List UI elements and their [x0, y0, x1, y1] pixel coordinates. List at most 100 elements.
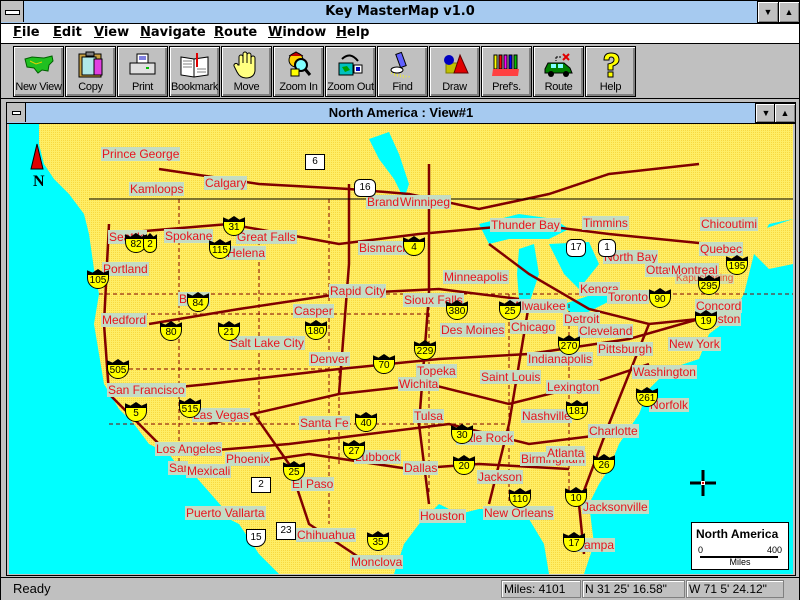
- city-label[interactable]: Charlotte: [588, 424, 639, 438]
- city-label[interactable]: Jacksonville: [582, 500, 649, 514]
- move-button[interactable]: Move: [221, 46, 272, 97]
- scale-legend: North America 0 400 Miles: [691, 522, 789, 570]
- city-label[interactable]: Puerto Vallarta: [185, 506, 266, 520]
- print-button[interactable]: Print: [117, 46, 168, 97]
- city-label[interactable]: Salt Lake City: [229, 336, 306, 350]
- usa-map-icon: [24, 55, 54, 74]
- menu-help-label: elp: [346, 25, 370, 40]
- menu-edit[interactable]: Edit: [53, 25, 82, 40]
- app-title: Key MasterMap v1.0: [325, 4, 475, 19]
- city-label[interactable]: Helena: [226, 246, 267, 260]
- city-label[interactable]: Toronto: [607, 290, 650, 304]
- city-label[interactable]: Spokane: [164, 229, 214, 243]
- child-maximize-button[interactable]: ▲: [774, 103, 796, 123]
- city-label[interactable]: Chicoutimi: [700, 217, 759, 231]
- highway-shield: 17: [563, 532, 585, 552]
- city-label[interactable]: Calgary: [204, 176, 248, 190]
- highway-shield: 5: [125, 402, 147, 422]
- city-label[interactable]: Medford: [101, 313, 148, 327]
- new-view-button[interactable]: New View: [13, 46, 64, 97]
- provincial-route-marker: 1: [598, 239, 616, 257]
- zoom-out-button[interactable]: Zoom Out: [325, 46, 376, 97]
- city-label[interactable]: Washington: [632, 365, 697, 379]
- city-label[interactable]: Portland: [102, 262, 149, 276]
- city-label[interactable]: Monclova: [350, 555, 404, 569]
- city-label[interactable]: Saint Louis: [480, 370, 542, 384]
- city-label[interactable]: Minneapolis: [443, 270, 510, 284]
- draw-button[interactable]: Draw: [429, 46, 480, 97]
- route-label: Route: [544, 81, 573, 93]
- child-title-bar[interactable]: North America : View#1 ▼ ▲: [7, 103, 796, 124]
- city-label[interactable]: San Francisco: [107, 383, 186, 397]
- city-label[interactable]: Topeka: [416, 364, 457, 378]
- city-label[interactable]: Brand: [366, 195, 401, 209]
- highway-shield: 21: [218, 321, 240, 341]
- city-label[interactable]: Prince George: [101, 147, 181, 161]
- menu-window[interactable]: Window: [268, 25, 326, 40]
- city-label[interactable]: Santa Fe: [299, 416, 350, 430]
- city-label[interactable]: Pittsburgh: [597, 342, 654, 356]
- menu-navigate[interactable]: Navigate: [140, 25, 206, 40]
- city-label[interactable]: Lexington: [546, 380, 601, 394]
- toolbar: New View Copy Print Bookmark Move Zoom I…: [1, 44, 799, 99]
- city-label[interactable]: Jackson: [477, 470, 524, 484]
- move-label: Move: [233, 81, 260, 93]
- city-label[interactable]: Tulsa: [413, 409, 444, 423]
- city-label[interactable]: Quebec: [699, 242, 744, 256]
- minimize-button[interactable]: ▼: [757, 1, 779, 23]
- city-label[interactable]: Mexicali: [186, 464, 232, 478]
- city-label[interactable]: Nashville: [521, 409, 572, 423]
- copy-button[interactable]: Copy: [65, 46, 116, 97]
- prefs-button[interactable]: Pref's.: [481, 46, 532, 97]
- city-label[interactable]: Des Moines: [440, 323, 506, 337]
- city-label[interactable]: Houston: [419, 509, 466, 523]
- menu-route-label: oute: [224, 25, 258, 40]
- zoom-in-button[interactable]: Zoom In: [273, 46, 324, 97]
- city-label[interactable]: Kamloops: [129, 182, 185, 196]
- title-bar[interactable]: Key MasterMap v1.0 ▼ ▲: [1, 1, 800, 24]
- city-label[interactable]: Great Falls: [236, 230, 297, 244]
- menu-file-key: F: [13, 25, 22, 40]
- map-canvas[interactable]: N Prince George Kamloops Calgary Brand W…: [9, 124, 793, 574]
- menu-file[interactable]: File: [13, 25, 40, 40]
- menu-route[interactable]: Route: [214, 25, 257, 40]
- city-label[interactable]: Bismarck: [358, 241, 410, 255]
- menu-navigate-label: avigate: [150, 25, 206, 40]
- city-label[interactable]: Wichita: [398, 377, 440, 391]
- city-label[interactable]: San Diego: [168, 461, 188, 475]
- highway-shield: 2: [143, 233, 157, 253]
- highway-shield: 110: [509, 488, 531, 508]
- city-label[interactable]: New Orleans: [483, 506, 555, 520]
- city-label[interactable]: Timmins: [582, 216, 629, 230]
- city-label[interactable]: New York: [668, 337, 721, 351]
- menu-help[interactable]: Help: [336, 25, 369, 40]
- help-button[interactable]: Help: [585, 46, 636, 97]
- shapes-icon: [444, 53, 469, 74]
- menu-bar: File Edit View Navigate Route Window Hel…: [1, 24, 799, 44]
- find-button[interactable]: Find: [377, 46, 428, 97]
- highway-shield: 115: [209, 239, 231, 259]
- question-mark-icon: [603, 52, 620, 78]
- city-label[interactable]: Chicago: [510, 320, 557, 334]
- city-label[interactable]: Chihuahua: [296, 528, 357, 542]
- menu-view[interactable]: View: [94, 25, 129, 40]
- highway-shield: 40: [355, 412, 377, 432]
- route-marker: 6: [305, 154, 325, 170]
- city-label[interactable]: Phoenix: [225, 452, 271, 466]
- city-label[interactable]: Thunder Bay: [490, 218, 561, 232]
- route-button[interactable]: Route: [533, 46, 584, 97]
- city-label[interactable]: Casper: [293, 304, 334, 318]
- bookmark-button[interactable]: Bookmark: [169, 46, 220, 97]
- city-label[interactable]: Los Angeles: [155, 442, 223, 456]
- legend-title: North America: [696, 527, 779, 541]
- car-icon: [544, 53, 573, 77]
- city-label[interactable]: Cleveland: [578, 324, 634, 338]
- city-label[interactable]: Dallas: [403, 461, 439, 475]
- maximize-button[interactable]: ▲: [778, 1, 800, 23]
- city-label[interactable]: Rapid City: [329, 284, 387, 298]
- city-label[interactable]: Denver: [309, 352, 350, 366]
- city-label[interactable]: Winnipeg: [399, 195, 452, 209]
- city-label[interactable]: Atlanta: [546, 446, 586, 460]
- highway-shield: 4: [403, 236, 425, 256]
- help-label: Help: [599, 81, 622, 93]
